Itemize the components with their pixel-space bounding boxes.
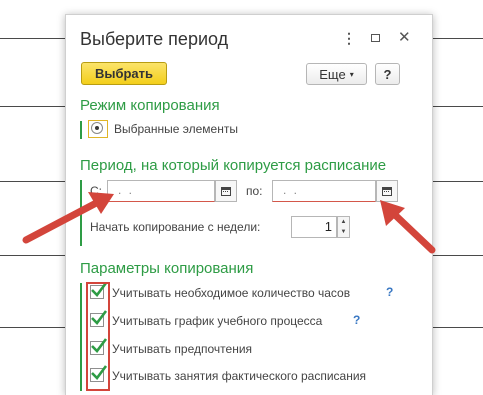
arrow-right-icon: [380, 200, 436, 254]
arrow-left-icon: [22, 192, 114, 244]
annotation-arrows: [22, 192, 436, 254]
